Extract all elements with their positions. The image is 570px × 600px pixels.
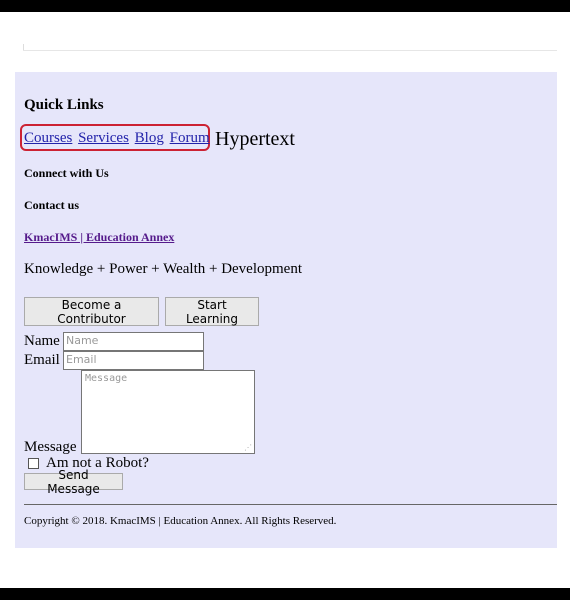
quick-links-title: Quick Links [24,97,104,113]
top-letterbox [0,0,570,12]
brand-link[interactable]: KmacIMS | Education Annex [24,230,174,245]
bottom-letterbox [0,588,570,600]
email-input[interactable]: Email [63,351,204,370]
contact-title: Contact us [24,198,80,212]
message-textarea[interactable]: Message ⋰ [81,370,255,454]
top-divider [23,50,557,51]
resize-grip-icon[interactable]: ⋰ [244,443,252,452]
connect-title: Connect with Us [24,166,109,180]
link-blog[interactable]: Blog [135,130,164,146]
message-placeholder: Message [85,373,128,384]
annotation-label: Hypertext [215,128,295,150]
tagline: Knowledge + Power + Wealth + Development [24,261,302,277]
send-message-button[interactable]: Send Message [24,468,123,496]
message-label: Message [24,439,77,455]
become-contributor-button[interactable]: Become a Contributor [24,297,159,326]
link-forum[interactable]: Forum [170,130,210,146]
link-services[interactable]: Services [78,130,129,146]
start-learning-button[interactable]: Start Learning [165,297,259,326]
copyright-text: Copyright © 2018. KmacIMS | Education An… [24,515,337,527]
quick-links-nav: Courses Services Blog Forum [24,130,212,147]
name-label: Name [24,333,60,349]
email-label: Email [24,352,60,368]
link-courses[interactable]: Courses [24,130,72,146]
site-footer: Quick Links Courses Services Blog Forum … [15,72,557,548]
name-input[interactable]: Name [63,332,204,351]
footer-divider [24,504,557,505]
